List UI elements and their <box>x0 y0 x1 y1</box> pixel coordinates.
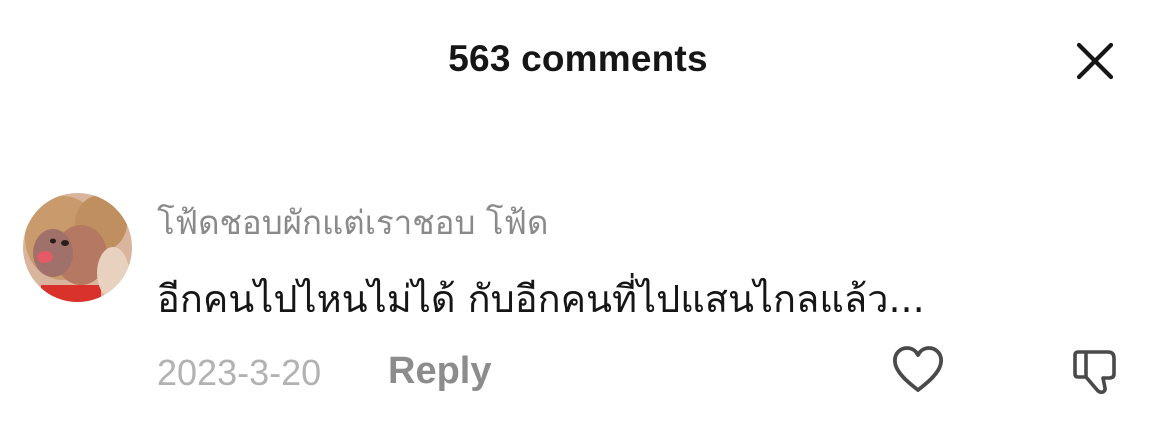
like-button[interactable] <box>890 344 946 396</box>
thumbs-down-icon <box>1073 350 1116 395</box>
reply-button[interactable]: Reply <box>388 350 491 393</box>
avatar-image <box>23 193 132 302</box>
avatar[interactable] <box>23 193 132 302</box>
comment-username[interactable]: โฟ้ดชอบผักแต่เราชอบ โฟ้ด <box>157 196 548 249</box>
comment-item: โฟ้ดชอบผักแต่เราชอบ โฟ้ด อีกคนไปไหนไม่ได… <box>0 0 1156 441</box>
comment-date: 2023-3-20 <box>157 352 322 393</box>
comment-text: อีกคนไปไหนไม่ได้ กับอีกคนที่ไปแสนไกลแล้ว… <box>157 277 925 321</box>
dislike-button[interactable] <box>1070 344 1122 396</box>
heart-icon <box>893 346 943 392</box>
